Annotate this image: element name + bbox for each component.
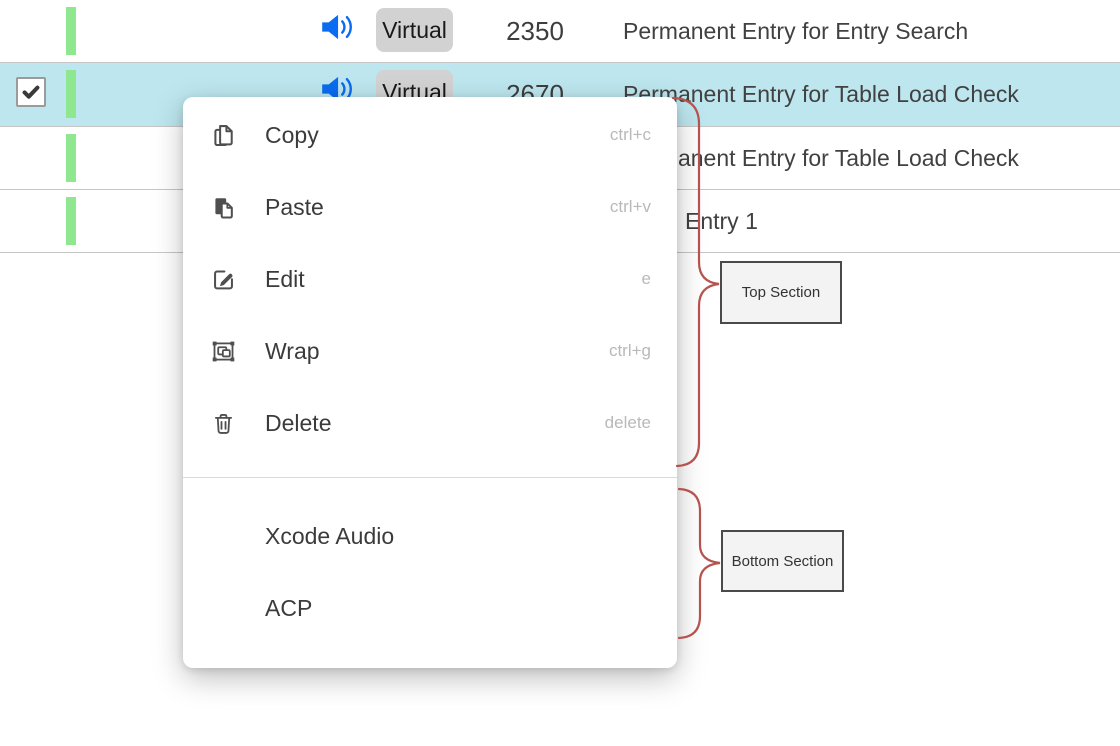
bottom-section-label: Bottom Section [732,553,834,570]
menu-item-copy[interactable]: Copy ctrl+c [183,99,677,171]
table-row[interactable]: Virtual 2350 Permanent Entry for Entry S… [0,0,1120,63]
status-indicator-bar [66,70,76,118]
entry-id: 2350 [490,0,580,62]
menu-item-label: Copy [265,122,610,149]
top-section-callout: Top Section [720,261,842,324]
menu-item-label: Delete [265,410,605,437]
bottom-section-brace [679,489,720,638]
wrap-icon [210,338,237,365]
menu-item-label: Xcode Audio [265,523,651,550]
entry-description: Permanent Entry for Entry Search [623,0,968,62]
menu-item-acp[interactable]: ACP [183,572,677,644]
menu-item-shortcut: ctrl+c [610,125,651,145]
status-indicator-bar [66,7,76,55]
menu-item-paste[interactable]: Paste ctrl+v [183,171,677,243]
menu-item-delete[interactable]: Delete delete [183,387,677,459]
menu-item-shortcut: ctrl+v [610,197,651,217]
delete-icon [210,410,237,437]
entry-description: Permanent Entry for Table Load Check [623,127,1019,189]
screen: Virtual 2350 Permanent Entry for Entry S… [0,0,1120,746]
top-section-label: Top Section [742,284,820,301]
status-indicator-bar [66,197,76,245]
edit-icon [210,266,237,293]
menu-item-shortcut: delete [605,413,651,433]
menu-item-shortcut: ctrl+g [609,341,651,361]
speaker-icon[interactable] [320,13,358,41]
entry-description: Entry 1 [685,190,758,252]
entry-description: Permanent Entry for Table Load Check [623,63,1019,125]
menu-item-edit[interactable]: Edit e [183,243,677,315]
menu-item-label: Wrap [265,338,609,365]
bottom-section-callout: Bottom Section [721,530,844,592]
menu-item-wrap[interactable]: Wrap ctrl+g [183,315,677,387]
copy-icon [210,122,237,149]
menu-item-label: ACP [265,595,651,622]
menu-item-label: Paste [265,194,610,221]
menu-item-xcode-audio[interactable]: Xcode Audio [183,500,677,572]
menu-item-label: Edit [265,266,642,293]
paste-icon [210,194,237,221]
type-badge: Virtual [376,8,453,52]
context-menu-top-section: Copy ctrl+c Paste ctrl+v [183,97,677,477]
row-checkbox[interactable] [16,77,46,107]
status-indicator-bar [66,134,76,182]
menu-item-shortcut: e [642,269,651,289]
context-menu: Copy ctrl+c Paste ctrl+v [183,97,677,668]
context-menu-bottom-section: Xcode Audio ACP [183,478,677,668]
